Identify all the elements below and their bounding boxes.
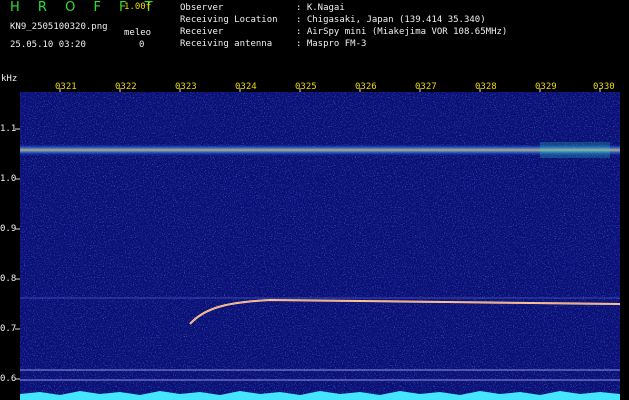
carrier-signal-band — [20, 144, 620, 156]
spectrogram-plot — [20, 92, 620, 400]
spectrogram-svg — [20, 92, 620, 400]
carrier-bright-patch — [540, 142, 610, 158]
noise-texture — [20, 92, 620, 400]
